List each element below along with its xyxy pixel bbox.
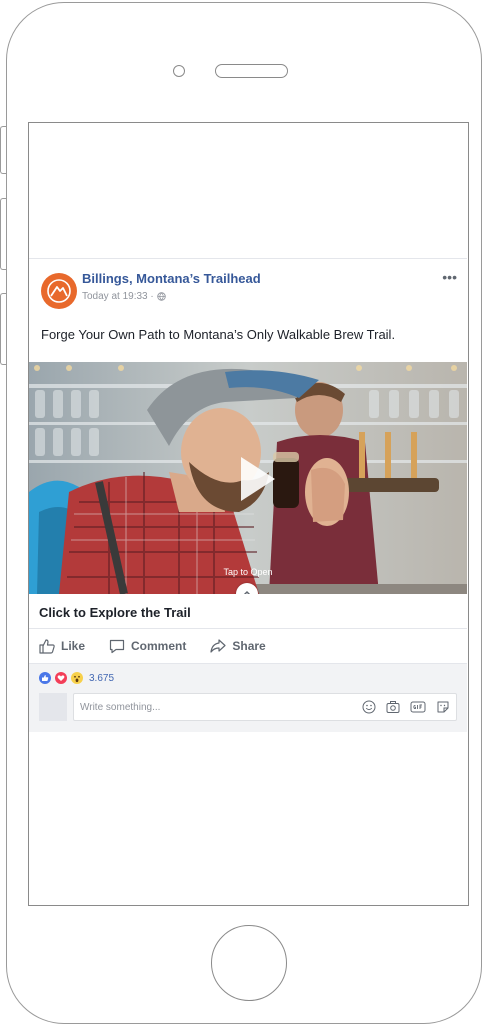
like-button[interactable]: Like xyxy=(39,638,86,654)
home-button[interactable] xyxy=(211,925,287,1001)
page-name-link[interactable]: Billings, Montana’s Trailhead xyxy=(82,271,261,286)
video-player[interactable]: Tap to Open xyxy=(29,362,467,594)
more-options-icon[interactable]: ••• xyxy=(442,269,457,285)
comment-input[interactable]: Write something... xyxy=(73,693,457,721)
cta-title[interactable]: Click to Explore the Trail xyxy=(29,594,467,629)
action-bar: Like Comment Share xyxy=(29,629,467,664)
comment-icon xyxy=(109,639,125,653)
like-reaction-icon xyxy=(39,672,51,684)
earpiece-speaker xyxy=(215,64,288,78)
emoji-icon[interactable] xyxy=(362,700,376,714)
play-icon[interactable] xyxy=(241,457,275,501)
mute-switch xyxy=(0,126,6,174)
post-meta: Today at 19:33 · xyxy=(82,291,166,302)
camera-icon[interactable] xyxy=(386,700,400,714)
volume-up-button xyxy=(0,198,6,270)
love-reaction-icon xyxy=(55,672,67,684)
post-header: Billings, Montana’s Trailhead Today at 1… xyxy=(29,259,467,315)
front-camera xyxy=(173,65,185,77)
share-icon xyxy=(210,638,226,653)
facebook-post: Billings, Montana’s Trailhead Today at 1… xyxy=(29,258,467,732)
trailhead-logo-icon xyxy=(47,279,71,303)
volume-down-button xyxy=(0,293,6,365)
comment-placeholder: Write something... xyxy=(80,701,161,713)
comment-label: Comment xyxy=(131,639,187,653)
post-text: Forge Your Own Path to Montana’s Only Wa… xyxy=(41,327,396,342)
globe-icon xyxy=(156,292,166,301)
share-button[interactable]: Share xyxy=(210,638,266,654)
reaction-summary[interactable]: 3.675 xyxy=(39,672,457,684)
reaction-count[interactable]: 3.675 xyxy=(89,673,114,684)
comment-composer: Write something... xyxy=(39,693,457,721)
comment-tools xyxy=(362,700,450,714)
tap-to-open-label: Tap to Open xyxy=(223,567,273,577)
user-avatar xyxy=(39,693,67,721)
wow-reaction-icon xyxy=(71,672,83,684)
reactions-section: 3.675 Write something... xyxy=(29,664,467,732)
like-label: Like xyxy=(61,639,86,653)
chevron-up-icon xyxy=(243,590,251,594)
thumbs-up-icon xyxy=(39,638,55,654)
gif-icon[interactable] xyxy=(410,700,426,714)
phone-screen: Billings, Montana’s Trailhead Today at 1… xyxy=(28,122,469,906)
sticker-icon[interactable] xyxy=(436,700,450,714)
post-timestamp[interactable]: Today at 19:33 · xyxy=(82,291,154,302)
page-avatar[interactable] xyxy=(41,273,77,309)
comment-button[interactable]: Comment xyxy=(109,639,186,654)
share-label: Share xyxy=(232,639,266,653)
